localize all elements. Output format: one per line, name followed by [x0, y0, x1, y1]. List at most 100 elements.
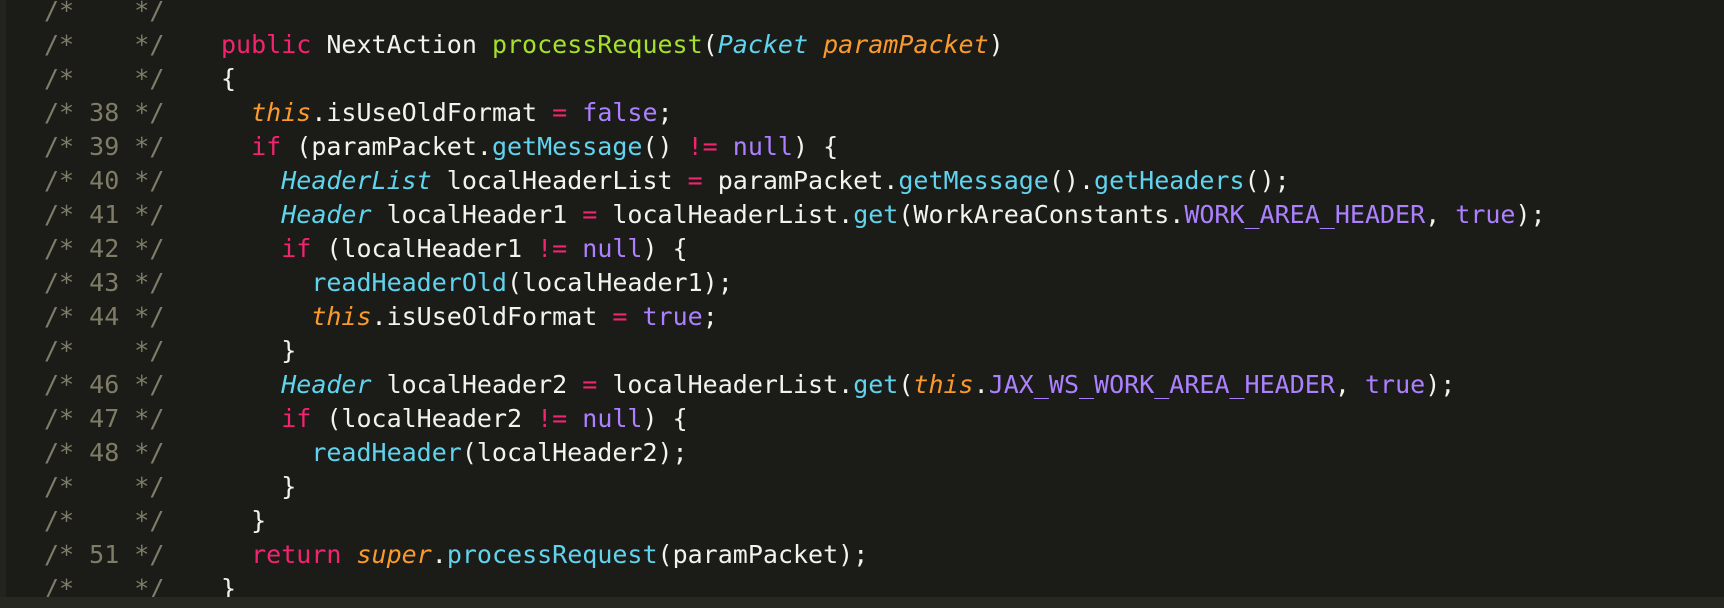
code-token: (paramPacket. [281, 132, 492, 161]
code-token: != [687, 132, 718, 161]
code-token: = [612, 302, 628, 331]
code-token: getMessage [898, 166, 1049, 195]
line-number-comment: /* */ [44, 336, 165, 365]
code-token: return [251, 540, 342, 569]
code-line[interactable]: /* 41 */ Header localHeader1 = localHead… [0, 198, 1724, 232]
line-number-comment: /* 39 */ [44, 132, 165, 161]
code-line[interactable]: /* 44 */ this.isUseOldFormat = true; [0, 300, 1724, 334]
line-number-comment: /* 41 */ [44, 200, 165, 229]
code-token: readHeaderOld [311, 268, 507, 297]
code-token: null [582, 234, 643, 263]
code-token: localHeaderList. [597, 200, 854, 229]
line-number-comment: /* 47 */ [44, 404, 165, 433]
line-number-comment: /* 51 */ [44, 540, 165, 569]
code-text: if (localHeader1 != null) { [221, 232, 688, 266]
code-text: readHeader(localHeader2); [221, 436, 687, 470]
code-line[interactable]: /* */ } [0, 504, 1724, 538]
code-line[interactable]: /* 39 */ if (paramPacket.getMessage() !=… [0, 130, 1724, 164]
code-text: HeaderList localHeaderList = paramPacket… [221, 164, 1289, 198]
code-token: null [582, 404, 643, 433]
code-token: (). [1048, 166, 1095, 195]
code-line[interactable]: /* */ [0, 0, 1724, 28]
code-token: != [537, 404, 568, 433]
code-line[interactable]: /* */ } [0, 334, 1724, 368]
code-text: { [221, 62, 236, 96]
code-token: ); [1425, 370, 1456, 399]
code-token: readHeader [311, 438, 462, 467]
code-line[interactable]: /* */ { [0, 62, 1724, 96]
code-text: if (localHeader2 != null) { [221, 402, 687, 436]
code-text: } [221, 470, 296, 504]
code-token: processRequest [491, 30, 703, 59]
code-token: Header [281, 200, 372, 229]
code-token: if [251, 132, 282, 161]
code-token: .isUseOldFormat [371, 302, 613, 331]
code-editor[interactable]: /* */ /* */ public NextAction processReque… [0, 0, 1724, 608]
line-number-comment: /* 48 */ [44, 438, 165, 467]
code-token: true [1364, 370, 1426, 399]
line-number-comment: /* */ [44, 30, 165, 59]
code-line[interactable]: /* */ public NextAction processRequest(Pa… [0, 28, 1724, 62]
code-token: if [281, 404, 312, 433]
code-line[interactable]: /* 40 */ HeaderList localHeaderList = pa… [0, 164, 1724, 198]
code-token: Header [281, 370, 372, 399]
code-token: true [1455, 200, 1516, 229]
code-line[interactable]: /* 47 */ if (localHeader2 != null) { [0, 402, 1724, 436]
code-token: this [311, 302, 372, 331]
code-line[interactable]: /* */ } [0, 470, 1724, 504]
line-number-comment: /* 46 */ [44, 370, 165, 399]
code-line[interactable]: /* 48 */ readHeader(localHeader2); [0, 436, 1724, 470]
code-token: JAX_WS_WORK_AREA_HEADER [988, 370, 1335, 399]
code-token: , [1334, 370, 1365, 399]
code-text: this.isUseOldFormat = false; [221, 96, 673, 130]
code-token: (paramPacket); [657, 540, 869, 569]
code-line[interactable]: /* 46 */ Header localHeader2 = localHead… [0, 368, 1724, 402]
code-token: ) { [793, 132, 839, 161]
code-token: = [582, 370, 598, 399]
code-text: public NextAction processRequest(Packet … [221, 28, 1004, 62]
code-token: ; [702, 302, 718, 331]
code-token: ; [657, 98, 673, 127]
code-token: Packet [717, 30, 809, 59]
code-token: = [687, 166, 703, 195]
code-line[interactable]: /* 51 */ return super.processRequest(par… [0, 538, 1724, 572]
code-token: ) { [642, 234, 688, 263]
code-token: { [221, 64, 237, 93]
code-line[interactable]: /* 38 */ this.isUseOldFormat = false; [0, 96, 1724, 130]
code-token: } [221, 506, 267, 535]
line-number-comment: /* 40 */ [44, 166, 165, 195]
code-token: true [642, 302, 703, 331]
code-token: .isUseOldFormat [311, 98, 553, 127]
code-token: getHeaders [1094, 166, 1245, 195]
code-token: (localHeader1 [311, 234, 538, 263]
code-token: this [913, 370, 974, 399]
code-text: } [221, 504, 266, 538]
code-token: , [1425, 200, 1456, 229]
code-token: localHeader2 [371, 370, 583, 399]
code-token: super [356, 540, 432, 569]
code-token: getMessage [491, 132, 643, 161]
code-line[interactable]: /* 42 */ if (localHeader1 != null) { [0, 232, 1724, 266]
code-line[interactable]: /* 43 */ readHeaderOld(localHeader1); [0, 266, 1724, 300]
code-token: (localHeader2 [311, 404, 538, 433]
code-text: Header localHeader1 = localHeaderList.ge… [221, 198, 1545, 232]
code-token: ) [988, 30, 1004, 59]
code-token: != [537, 234, 568, 263]
code-token: HeaderList [281, 166, 432, 195]
code-token: (localHeader1); [506, 268, 733, 297]
code-token: (WorkAreaConstants. [898, 200, 1185, 229]
code-token: processRequest [446, 540, 658, 569]
code-text: this.isUseOldFormat = true; [221, 300, 718, 334]
